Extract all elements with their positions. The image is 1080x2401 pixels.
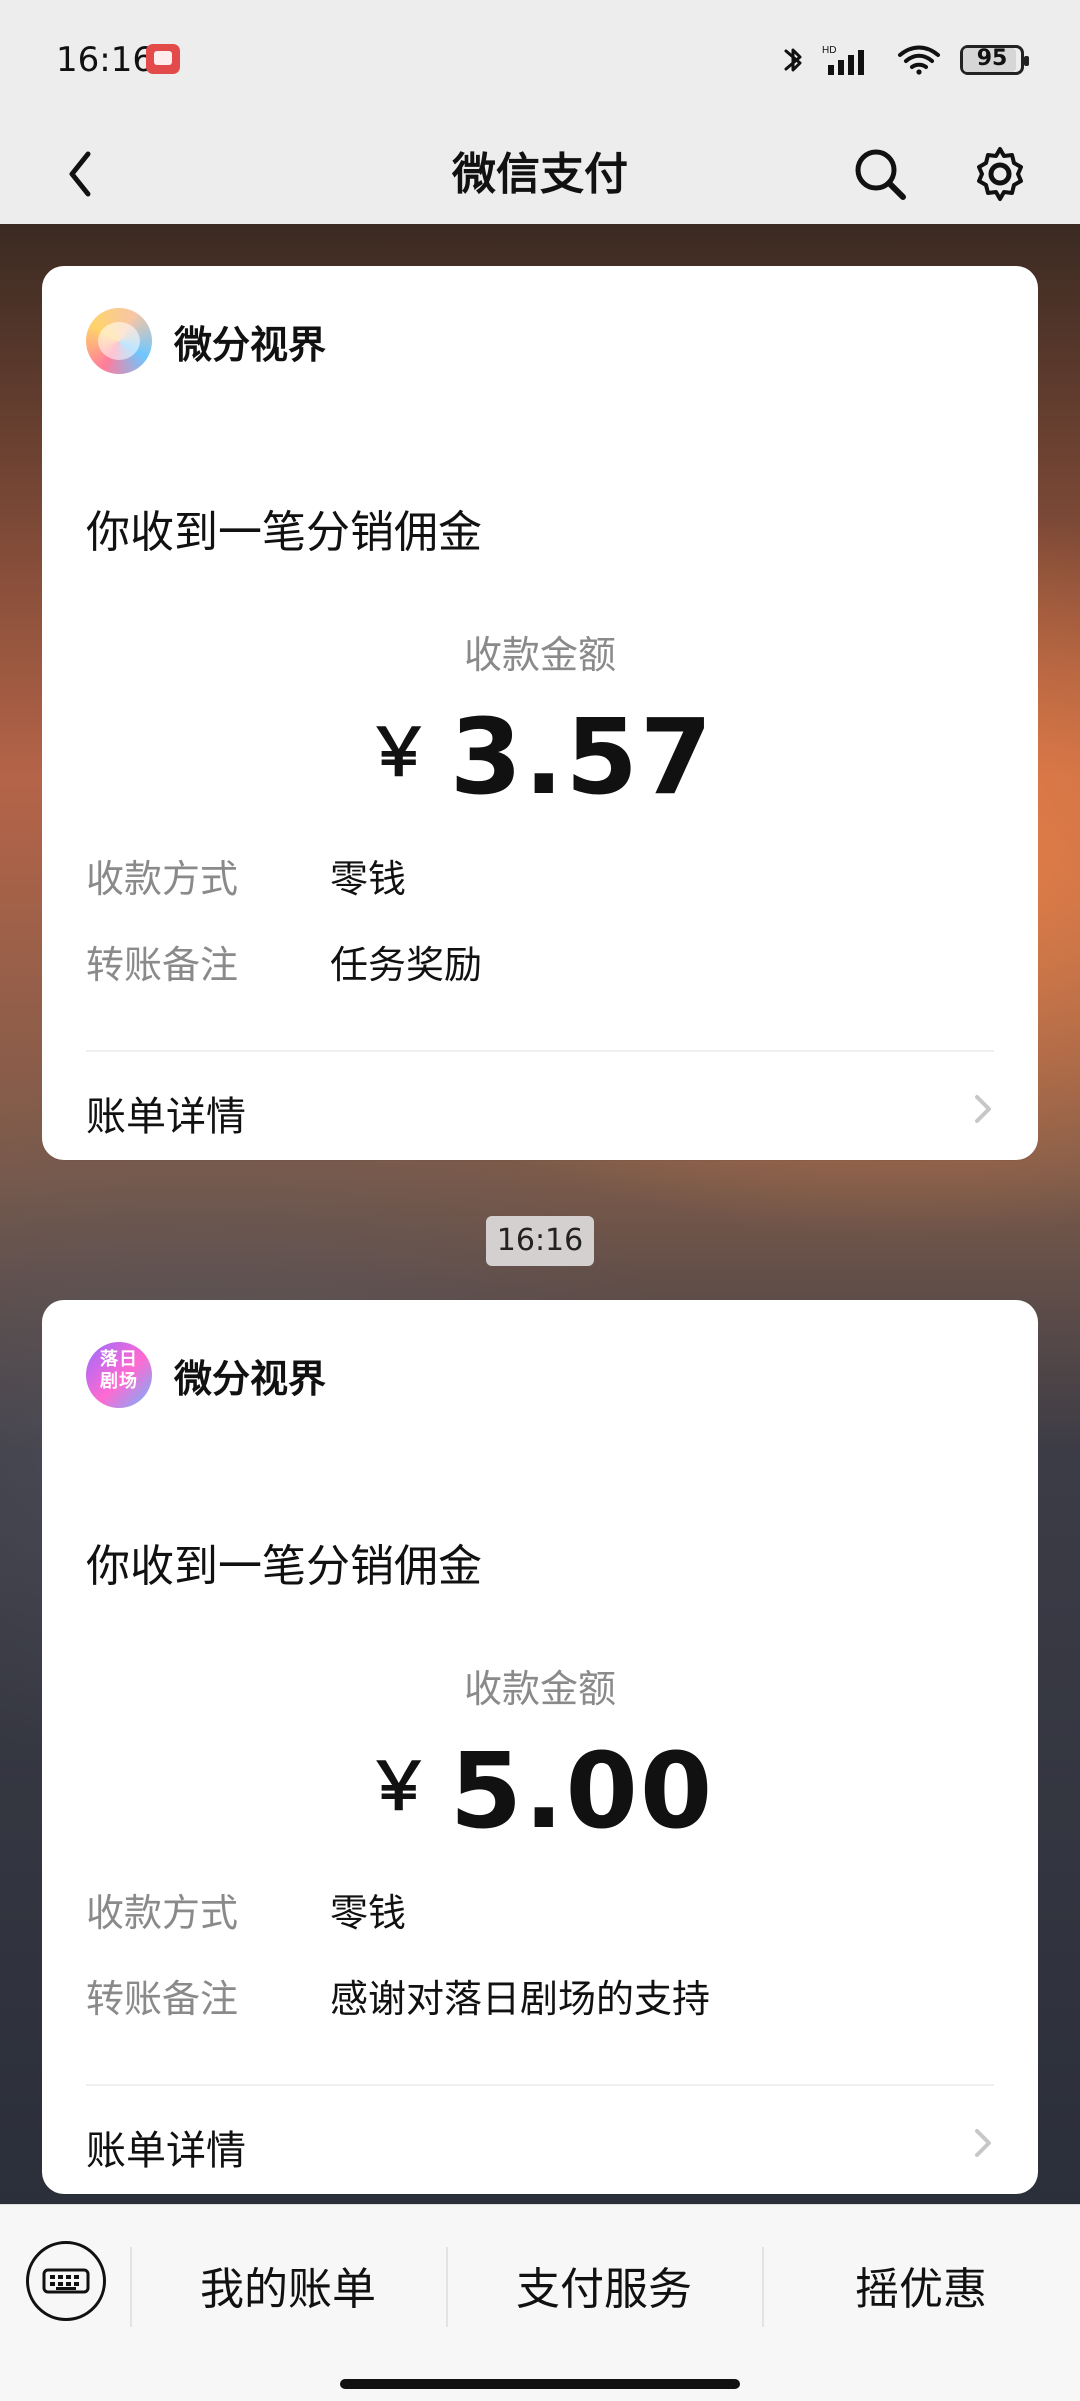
- bill-details-label: 账单详情: [86, 1094, 246, 1140]
- payment-message-card[interactable]: 落日 剧场 微分视界 你收到一笔分销佣金 收款金额 ￥ 5.00 收款方式 零钱 转…: [42, 1300, 1038, 2194]
- amount: ￥ 5.00: [42, 1730, 1038, 1852]
- field-value: 感谢对落日剧场的支持: [330, 1977, 711, 2021]
- transfer-note-row: 转账备注 任务奖励: [86, 934, 482, 989]
- transfer-note-row: 转账备注 感谢对落日剧场的支持: [86, 1968, 710, 2023]
- merchant-name: 微分视界: [174, 1356, 327, 1401]
- battery-icon: 95: [960, 45, 1029, 75]
- settings-gear-icon: [977, 147, 1023, 201]
- field-key: 转账备注: [86, 1977, 239, 2021]
- chevron-right-icon: [958, 1084, 1008, 1134]
- field-value: 任务奖励: [330, 943, 483, 987]
- menu-my-bills[interactable]: 我的账单: [130, 2245, 446, 2325]
- app-notification-icon: [146, 44, 180, 74]
- currency-symbol: ￥: [365, 1748, 432, 1825]
- payment-message-card[interactable]: 微分视界 你收到一笔分销佣金 收款金额 ￥ 3.57 收款方式 零钱 转账备注 任务奖…: [42, 266, 1038, 1160]
- status-time: 16:16: [56, 40, 154, 80]
- bill-details-link[interactable]: 账单详情: [42, 2090, 1038, 2194]
- field-key: 收款方式: [86, 1891, 239, 1935]
- bottom-menu-bar: 我的账单 支付服务 摇优惠: [0, 2204, 1080, 2401]
- chevron-right-icon: [958, 2118, 1008, 2168]
- avatar-text-line-2: 剧场: [100, 1371, 138, 1392]
- divider: [86, 2084, 994, 2086]
- search-button[interactable]: [840, 134, 920, 214]
- amount-label: 收款金额: [463, 633, 616, 677]
- menu-payment-services[interactable]: 支付服务: [446, 2245, 762, 2325]
- field-value: 零钱: [330, 1891, 407, 1935]
- amount-label: 收款金额: [463, 1667, 616, 1711]
- merchant-name: 微分视界: [174, 322, 327, 367]
- field-key: 收款方式: [86, 857, 239, 901]
- keyboard-toggle-icon: [42, 2268, 90, 2294]
- bill-details-link[interactable]: 账单详情: [42, 1056, 1038, 1160]
- battery-percent: 95: [976, 46, 1008, 71]
- amount-value: 5.00: [449, 1730, 715, 1852]
- svg-text:HD: HD: [822, 45, 836, 56]
- status-icons: HD 95: [782, 38, 1029, 82]
- timestamp-pill: 16:16: [486, 1216, 594, 1266]
- merchant-row: 落日 剧场 微分视界: [86, 1340, 326, 1410]
- divider: [86, 1050, 994, 1052]
- wifi-icon: [896, 43, 942, 77]
- merchant-row: 微分视界: [86, 306, 326, 376]
- message-headline: 你收到一笔分销佣金: [86, 507, 482, 558]
- bluetooth-icon: [782, 43, 804, 77]
- message-headline: 你收到一笔分销佣金: [86, 1541, 482, 1592]
- merchant-avatar: 落日 剧场: [86, 1342, 152, 1408]
- signal-icon: HD: [822, 43, 878, 77]
- top-app-bar: 微信支付: [0, 120, 1080, 224]
- avatar-text: 落日 剧场: [86, 1349, 152, 1393]
- avatar-text-line-1: 落日: [100, 1349, 138, 1370]
- status-bar: 16:16 HD 95: [0, 0, 1080, 120]
- payment-method-row: 收款方式 零钱: [86, 1882, 406, 1937]
- payment-method-row: 收款方式 零钱: [86, 848, 406, 903]
- currency-symbol: ￥: [365, 714, 432, 791]
- amount: ￥ 3.57: [42, 696, 1038, 818]
- field-value: 零钱: [330, 857, 407, 901]
- home-indicator[interactable]: [340, 2379, 740, 2389]
- field-key: 转账备注: [86, 943, 239, 987]
- menu-shake-deals[interactable]: 摇优惠: [762, 2245, 1080, 2325]
- merchant-avatar: [86, 308, 152, 374]
- search-icon: [855, 149, 906, 200]
- settings-button[interactable]: [960, 134, 1040, 214]
- amount-value: 3.57: [449, 696, 715, 818]
- bill-details-label: 账单详情: [86, 2128, 246, 2174]
- keyboard-toggle-button[interactable]: [26, 2241, 106, 2321]
